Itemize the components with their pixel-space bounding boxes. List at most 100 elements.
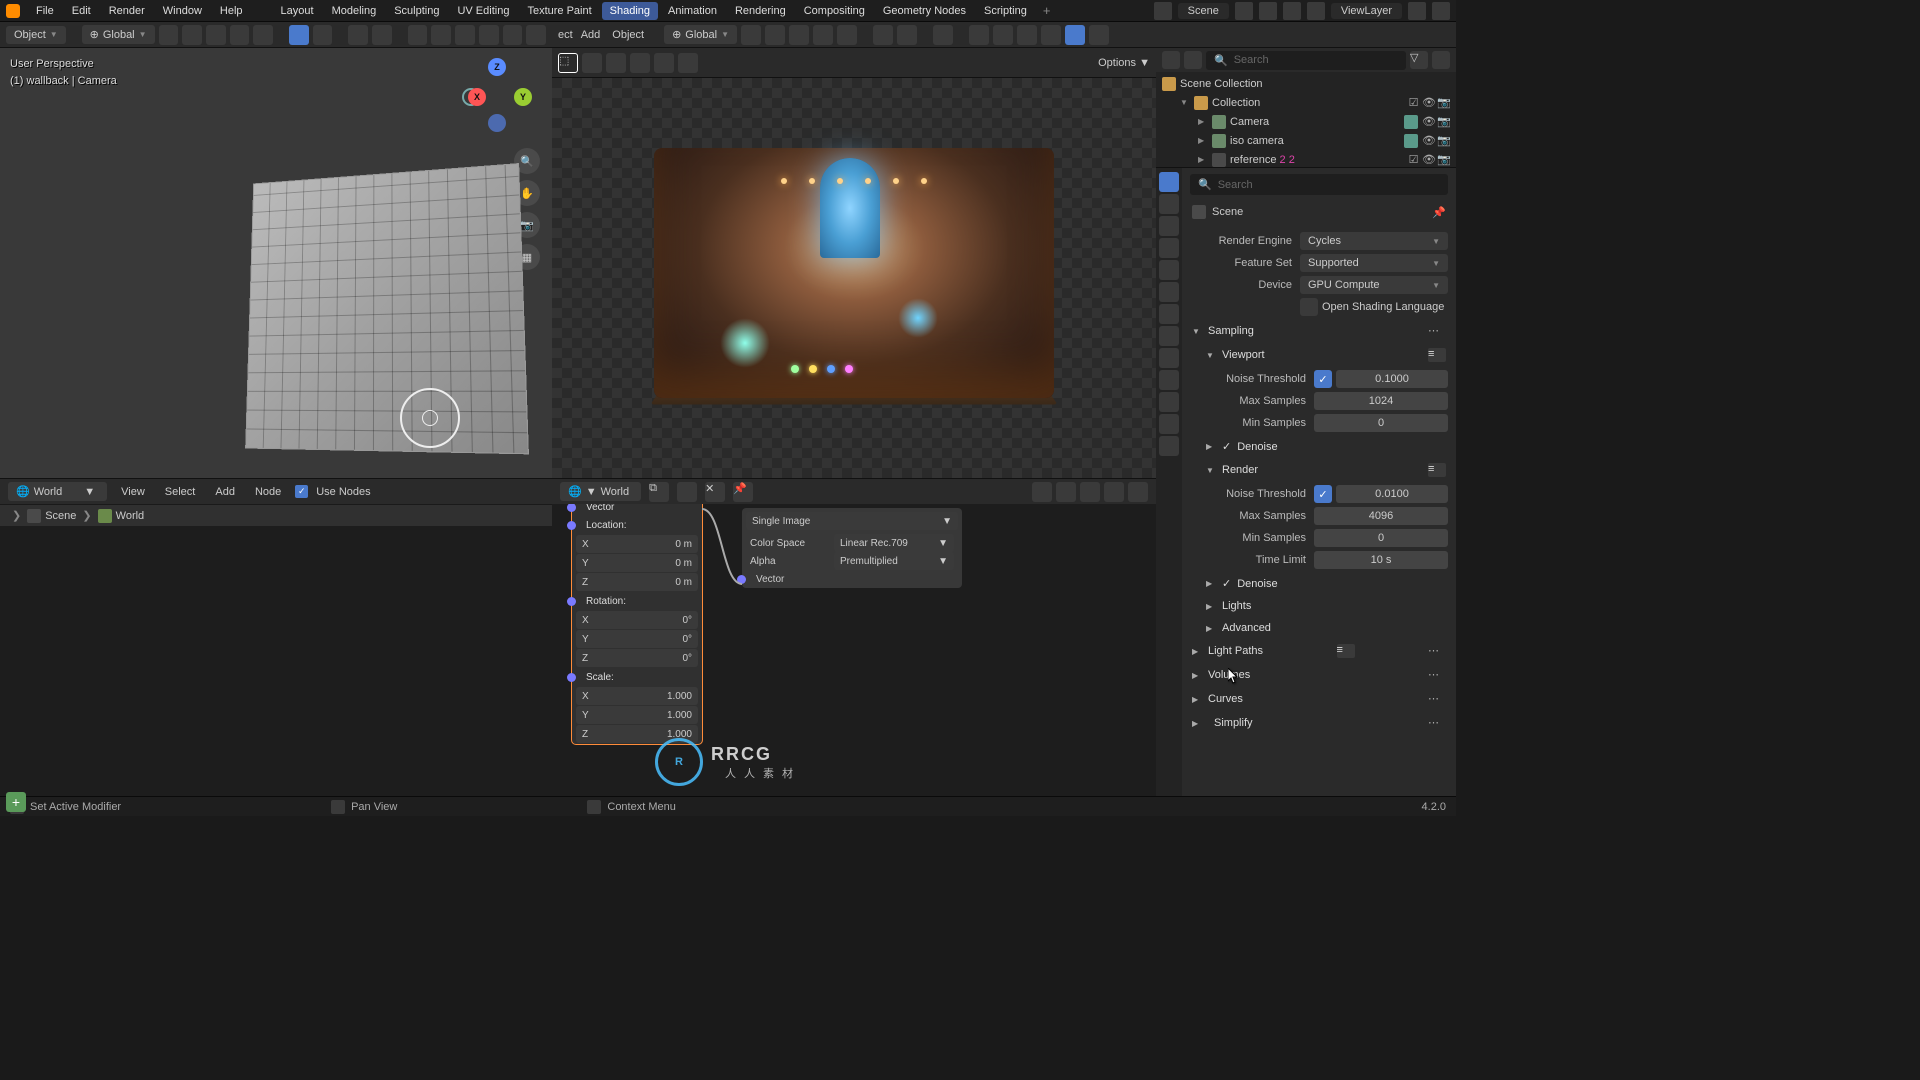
alpha-dropdown[interactable]: Premultiplied▼ [834,552,954,570]
gizmo-neg-z-icon[interactable] [488,114,506,132]
shader-type-dropdown[interactable]: 🌐 World▼ [8,482,107,501]
workspace-sculpting[interactable]: Sculpting [386,2,447,20]
rv-prop-menu-icon[interactable] [837,25,857,45]
shade-solid-icon[interactable] [455,25,475,45]
snap-shader-icon[interactable] [1032,482,1052,502]
sel-mode5-icon[interactable] [678,53,698,73]
proportional-falloff-icon[interactable] [253,25,273,45]
scene-close-icon[interactable] [1283,2,1301,20]
shader-menu-view[interactable]: View [115,483,151,501]
world-copy-icon[interactable] [677,482,697,502]
preset-icon-2[interactable]: ≡ [1428,463,1446,477]
snap-toggle-icon[interactable] [182,25,202,45]
rv-snap-icon[interactable] [765,25,785,45]
lightpaths-header[interactable]: ▶Light Paths≡⋯ [1190,639,1448,663]
workspace-geonodes[interactable]: Geometry Nodes [875,2,974,20]
shade-menu-icon[interactable] [526,25,546,45]
scale-y-field[interactable]: Y1.000 [576,706,698,724]
rv-shade5-icon[interactable] [1065,25,1085,45]
blender-logo-icon[interactable] [6,4,20,18]
r-noise-checkbox[interactable]: ✓ [1314,485,1332,503]
rv-options-dropdown[interactable]: Options ▼ [1098,57,1150,69]
shade-rendered-icon[interactable] [503,25,523,45]
rv-menu-add[interactable]: Add [577,29,605,41]
world-pin-icon[interactable]: 📌 [733,482,753,502]
advanced-header[interactable]: ▶Advanced [1204,617,1448,639]
ptab-texture-icon[interactable] [1159,436,1179,456]
viewport-sampling-header[interactable]: ▼Viewport≡ [1204,343,1448,367]
node-mapping[interactable]: Vector Location: X0 m Y0 m Z0 m Rotation… [572,504,702,744]
ptab-viewlayer-icon[interactable] [1159,216,1179,236]
ptab-data-icon[interactable] [1159,392,1179,412]
world-unlink-icon[interactable]: ✕ [705,482,725,502]
outliner-display-icon[interactable] [1184,51,1202,69]
shader-node-editor[interactable] [0,526,552,796]
rv-pivot-icon[interactable] [741,25,761,45]
rv-orientation[interactable]: ⊕ Global▼ [664,25,737,44]
nav-gizmo[interactable]: Z Y X [462,58,532,128]
workspace-modeling[interactable]: Modeling [324,2,385,20]
node-environment-texture[interactable]: Single Image▼ Color Space Linear Rec.709… [742,508,962,588]
colorspace-dropdown[interactable]: Linear Rec.709▼ [834,534,954,552]
transform-gizmo-icon[interactable] [289,25,309,45]
ptab-physics-icon[interactable] [1159,348,1179,368]
rendered-viewport[interactable] [552,78,1156,478]
use-nodes-checkbox[interactable]: ✓ [295,485,308,498]
r-denoise-header[interactable]: ▶✓Denoise [1204,572,1448,595]
record-button[interactable]: + [6,792,26,812]
vp-min-samples-field[interactable]: 0 [1314,414,1448,432]
ptab-output-icon[interactable] [1159,194,1179,214]
rv-shade4-icon[interactable] [1041,25,1061,45]
outliner-item-reference[interactable]: ▶reference 2 2☑👁📷 [1156,150,1456,168]
rv-menu-ect[interactable]: ect [558,29,573,41]
menu-render[interactable]: Render [101,2,153,20]
world-data-block[interactable]: 🌐▼ World [560,482,641,501]
vp-denoise-header[interactable]: ▶✓Denoise [1204,435,1448,458]
sel-mode4-icon[interactable] [654,53,674,73]
render-engine-dropdown[interactable]: Cycles▼ [1300,232,1448,250]
breadcrumb-scene[interactable]: Scene [27,509,76,523]
ptab-particle-icon[interactable] [1159,326,1179,346]
sel-mode1-icon[interactable] [582,53,602,73]
shader-menu-node[interactable]: Node [249,483,287,501]
vp-noise-field[interactable]: 0.1000 [1336,370,1448,388]
curves-header[interactable]: ▶Curves⋯ [1190,687,1448,711]
workspace-animation[interactable]: Animation [660,2,725,20]
preset-icon[interactable]: ≡ [1428,348,1446,362]
scale-z-field[interactable]: Z1.000 [576,725,698,743]
outliner-new-coll-icon[interactable] [1432,51,1450,69]
shader-node-editor-mid[interactable]: UV Object Camera Window Reflection Objec… [552,504,1156,796]
world-new-icon[interactable]: ⧉ [649,482,669,502]
shader-opt3-icon[interactable] [1128,482,1148,502]
rot-z-field[interactable]: Z0° [576,649,698,667]
3d-viewport[interactable]: User Perspective (1) wallback | Camera Z… [0,48,552,478]
workspace-scripting[interactable]: Scripting [976,2,1035,20]
overlays-icon[interactable] [372,25,392,45]
outliner-item-camera[interactable]: ▶Camera👁📷 [1156,112,1456,131]
rot-x-field[interactable]: X0° [576,611,698,629]
xray-icon[interactable] [408,25,428,45]
sel-mode3-icon[interactable] [630,53,650,73]
mode-dropdown[interactable]: Object▼ [6,26,66,44]
vp-max-samples-field[interactable]: 1024 [1314,392,1448,410]
show-gizmo-icon[interactable] [348,25,368,45]
scene-selector[interactable]: Scene [1178,3,1229,19]
simplify-header[interactable]: ▶Simplify⋯ [1190,711,1448,735]
image-source-dropdown[interactable]: Single Image▼ [746,512,958,530]
workspace-layout[interactable]: Layout [273,2,322,20]
feature-set-dropdown[interactable]: Supported▼ [1300,254,1448,272]
vp-denoise-checkbox[interactable]: ✓ [1222,440,1231,453]
workspace-uv[interactable]: UV Editing [449,2,517,20]
shade-wire-icon[interactable] [431,25,451,45]
gizmo-z-icon[interactable]: Z [488,58,506,76]
gizmo-x-icon[interactable]: X [468,88,486,106]
r-noise-field[interactable]: 0.0100 [1336,485,1448,503]
rv-shade1-icon[interactable] [969,25,989,45]
shader-menu-select[interactable]: Select [159,483,202,501]
orientation-dropdown[interactable]: ⊕ Global▼ [82,25,155,44]
menu-file[interactable]: File [28,2,62,20]
scene-add-icon[interactable] [1259,2,1277,20]
outliner-mode-icon[interactable] [1162,51,1180,69]
scale-x-field[interactable]: X1.000 [576,687,698,705]
viewlayer-add-icon[interactable] [1408,2,1426,20]
